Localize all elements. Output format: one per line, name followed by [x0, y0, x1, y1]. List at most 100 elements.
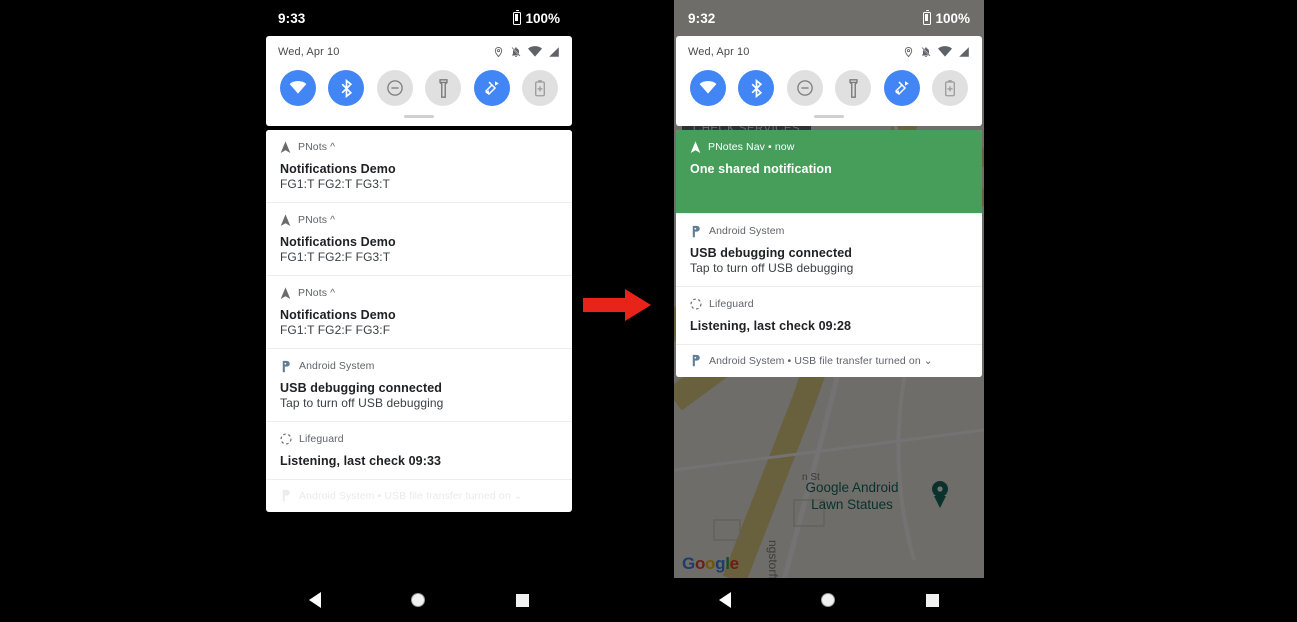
notification-title: USB debugging connected	[280, 381, 443, 395]
android-system-icon	[282, 489, 290, 502]
notification-app-name: Lifeguard	[299, 433, 344, 445]
notification-header: Android System	[280, 359, 558, 373]
phone-screen-left: 9:33 100% Wed, Apr 10 PNots ^ Notificati…	[264, 0, 574, 622]
quick-settings-status-icons	[903, 46, 970, 58]
notification-text: Tap to turn off USB debugging	[280, 396, 444, 410]
notification-header: Lifeguard	[280, 432, 558, 446]
notification-item[interactable]: Lifeguard Listening, last check 09:28	[676, 287, 982, 345]
wifi-icon	[528, 46, 542, 57]
battery-icon	[513, 9, 522, 25]
battery-saver-tile[interactable]	[521, 70, 558, 106]
wifi-tile[interactable]	[690, 70, 726, 106]
notifications-off-icon	[511, 47, 521, 57]
notification-item[interactable]: PNots ^ Notifications Demo FG1:T FG2:F F…	[266, 203, 572, 276]
quick-settings-header: Wed, Apr 10	[278, 46, 560, 58]
navigation-bar-right	[674, 578, 984, 622]
notification-app-name: Android System	[299, 360, 375, 372]
notifications-off-icon	[921, 47, 931, 57]
notification-shade-left: Wed, Apr 10 PNots ^ Notifications Demo F…	[264, 36, 574, 512]
notification-header: PNotes Nav • now	[690, 140, 968, 154]
recents-button[interactable]	[515, 593, 529, 607]
battery-saver-tile[interactable]	[931, 70, 968, 106]
notification-title: Listening, last check 09:33	[280, 454, 442, 468]
notification-item[interactable]: PNots ^ Notifications Demo FG1:T FG2:F F…	[266, 276, 572, 349]
notification-shade-right: Wed, Apr 10 PNotes Nav • now One shared …	[674, 36, 984, 377]
flashlight-tile[interactable]	[835, 70, 872, 106]
notification-header: PNots ^	[280, 140, 558, 154]
navigation-arrow-icon	[690, 140, 701, 153]
back-button[interactable]	[719, 592, 732, 608]
navigation-arrow-icon	[280, 213, 291, 226]
flow-arrow	[583, 289, 651, 321]
quick-settings-panel-left[interactable]: Wed, Apr 10	[266, 36, 572, 126]
quick-settings-date: Wed, Apr 10	[688, 46, 750, 58]
footer-notification-right[interactable]: Android System • USB file transfer turne…	[676, 345, 982, 377]
phone-screen-right: Landings Dr Charleston n St ngstorff Goo…	[674, 0, 984, 622]
lifeguard-icon	[690, 298, 702, 310]
notification-item[interactable]: Android System USB debugging connected T…	[266, 349, 572, 422]
bluetooth-tile[interactable]	[738, 70, 775, 106]
auto-rotate-tile[interactable]	[883, 70, 920, 106]
notification-text: Tap to turn off USB debugging	[690, 261, 854, 275]
status-bar-right-cluster: 100%	[923, 9, 970, 26]
do-not-disturb-tile[interactable]	[376, 70, 413, 106]
notification-app-name: PNots ^	[298, 214, 336, 226]
wifi-icon	[938, 46, 952, 57]
navigation-bar-left	[264, 578, 574, 622]
back-button[interactable]	[309, 592, 322, 608]
shade-drag-handle[interactable]	[404, 115, 434, 118]
notification-title: Notifications Demo	[280, 308, 396, 322]
notification-app-name: Lifeguard	[709, 298, 754, 310]
android-system-icon	[692, 354, 700, 367]
battery-icon	[923, 9, 932, 25]
quick-settings-date: Wed, Apr 10	[278, 46, 340, 58]
footer-notification-label: Android System • USB file transfer turne…	[299, 489, 523, 502]
quick-settings-tiles	[688, 70, 970, 106]
notification-app-name: PNotes Nav • now	[708, 141, 795, 153]
notification-item[interactable]: Android System USB debugging connected T…	[676, 214, 982, 287]
notification-title: Listening, last check 09:28	[690, 319, 852, 333]
notification-item-shared[interactable]: PNotes Nav • now One shared notification	[676, 130, 982, 214]
notification-text: FG1:T FG2:F FG3:F	[280, 323, 391, 337]
do-not-disturb-tile[interactable]	[786, 70, 823, 106]
navigation-arrow-icon	[280, 140, 291, 153]
notification-title: Notifications Demo	[280, 162, 396, 176]
signal-icon	[549, 47, 559, 57]
notification-header: PNots ^	[280, 286, 558, 300]
footer-notification-label: Android System • USB file transfer turne…	[709, 354, 933, 367]
footer-notification-left[interactable]: Android System • USB file transfer turne…	[266, 480, 572, 512]
notification-app-name: PNots ^	[298, 141, 336, 153]
battery-percent: 100%	[525, 10, 560, 26]
shade-drag-handle[interactable]	[814, 115, 844, 118]
status-bar-right-cluster: 100%	[513, 9, 560, 26]
status-bar-time: 9:32	[688, 10, 716, 26]
notification-item[interactable]: Lifeguard Listening, last check 09:33	[266, 422, 572, 480]
notification-header: Android System	[690, 224, 968, 238]
notification-app-name: PNots ^	[298, 287, 336, 299]
flashlight-tile[interactable]	[425, 70, 462, 106]
home-button[interactable]	[821, 593, 836, 607]
navigation-arrow-icon	[280, 286, 291, 299]
notification-item[interactable]: PNots ^ Notifications Demo FG1:T FG2:T F…	[266, 130, 572, 203]
battery-percent: 100%	[935, 10, 970, 26]
home-button[interactable]	[411, 593, 426, 607]
bluetooth-tile[interactable]	[328, 70, 365, 106]
android-system-icon	[692, 225, 700, 237]
notification-text: FG1:T FG2:F FG3:T	[280, 250, 391, 264]
quick-settings-status-icons	[493, 46, 560, 58]
quick-settings-panel-right[interactable]: Wed, Apr 10	[676, 36, 982, 126]
status-bar-left: 9:33 100%	[264, 0, 574, 36]
notification-title: Notifications Demo	[280, 235, 396, 249]
signal-icon	[959, 47, 969, 57]
notification-app-name: Android System	[709, 225, 785, 237]
recents-button[interactable]	[925, 593, 939, 607]
location-icon	[904, 46, 913, 58]
auto-rotate-tile[interactable]	[473, 70, 510, 106]
quick-settings-header: Wed, Apr 10	[688, 46, 970, 58]
quick-settings-tiles	[278, 70, 560, 106]
notification-header: PNots ^	[280, 213, 558, 227]
android-system-icon	[282, 360, 290, 372]
notification-list-left: PNots ^ Notifications Demo FG1:T FG2:T F…	[266, 130, 572, 512]
wifi-tile[interactable]	[280, 70, 316, 106]
lifeguard-icon	[280, 433, 292, 445]
